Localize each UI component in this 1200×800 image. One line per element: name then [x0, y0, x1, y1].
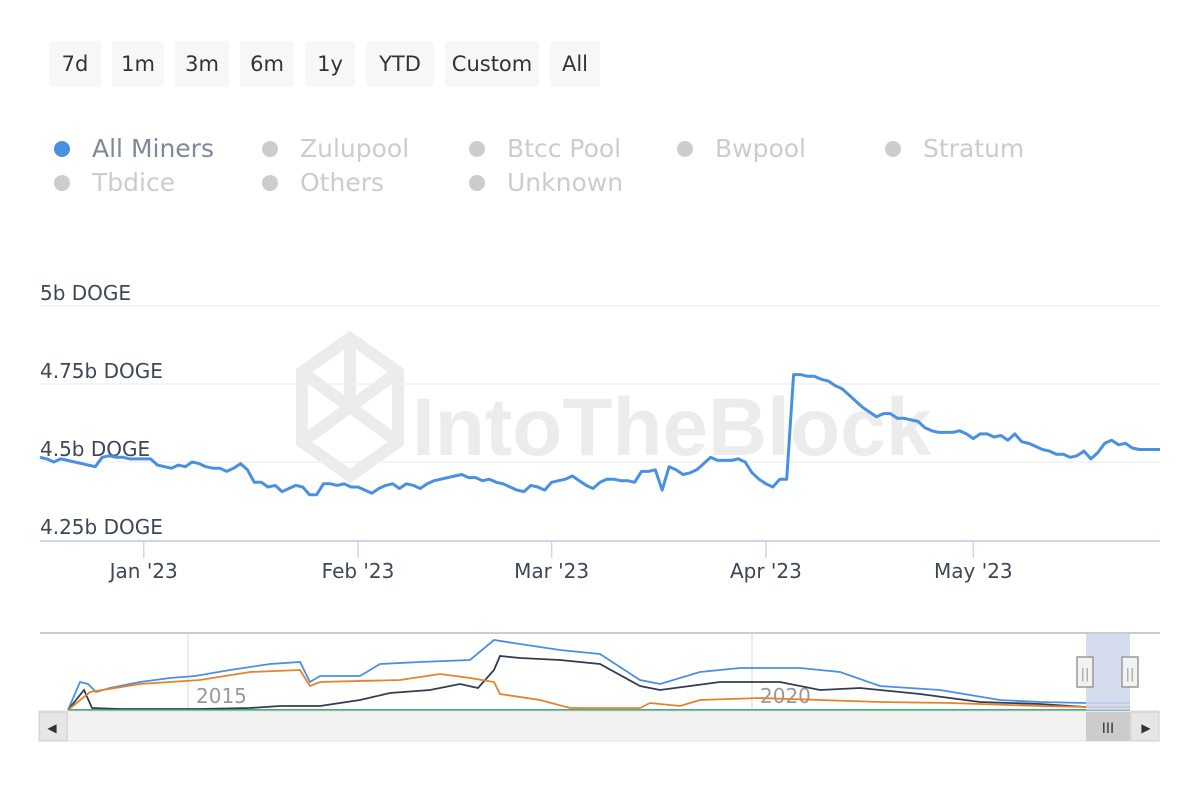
x-tick-label: Jan '23 — [108, 559, 178, 583]
scrollbar-track[interactable] — [38, 710, 1160, 742]
watermark-text: IntoTheBlock — [412, 382, 932, 473]
x-tick-label: Mar '23 — [514, 559, 589, 583]
watermark: IntoTheBlock — [296, 330, 932, 484]
navigator-handle-left-grip: || — [1081, 667, 1090, 682]
y-tick-label: 4.25b DOGE — [40, 515, 163, 539]
x-tick-label: Feb '23 — [322, 559, 395, 583]
scroll-right-arrow-icon: ▶ — [1141, 721, 1151, 735]
x-tick-label: May '23 — [934, 559, 1013, 583]
y-tick-label: 4.75b DOGE — [40, 359, 163, 383]
navigator-label-2015: 2015 — [196, 684, 247, 708]
y-tick-label: 5b DOGE — [40, 281, 131, 305]
scrollbar[interactable]: ◀ III ▶ — [38, 710, 1160, 742]
y-axis-labels: 4.25b DOGE4.5b DOGE4.75b DOGE5b DOGE — [40, 281, 163, 539]
chart: IntoTheBlock 4.25b DOGE4.5b DOGE4.75b DO… — [38, 281, 1160, 742]
scrollbar-thumb-grip: III — [1102, 721, 1114, 737]
x-axis-ticks: Jan '23 Feb '23 Mar '23 Apr '23 May '23 — [108, 541, 1013, 583]
navigator-handle-right-grip: || — [1126, 667, 1135, 682]
watermark-logo-icon — [296, 330, 404, 484]
x-tick-label: Apr '23 — [730, 559, 802, 583]
scroll-left-arrow-icon: ◀ — [47, 721, 57, 735]
navigator-label-2020: 2020 — [760, 684, 811, 708]
navigator[interactable]: 2015 2020 || || — [40, 632, 1160, 711]
